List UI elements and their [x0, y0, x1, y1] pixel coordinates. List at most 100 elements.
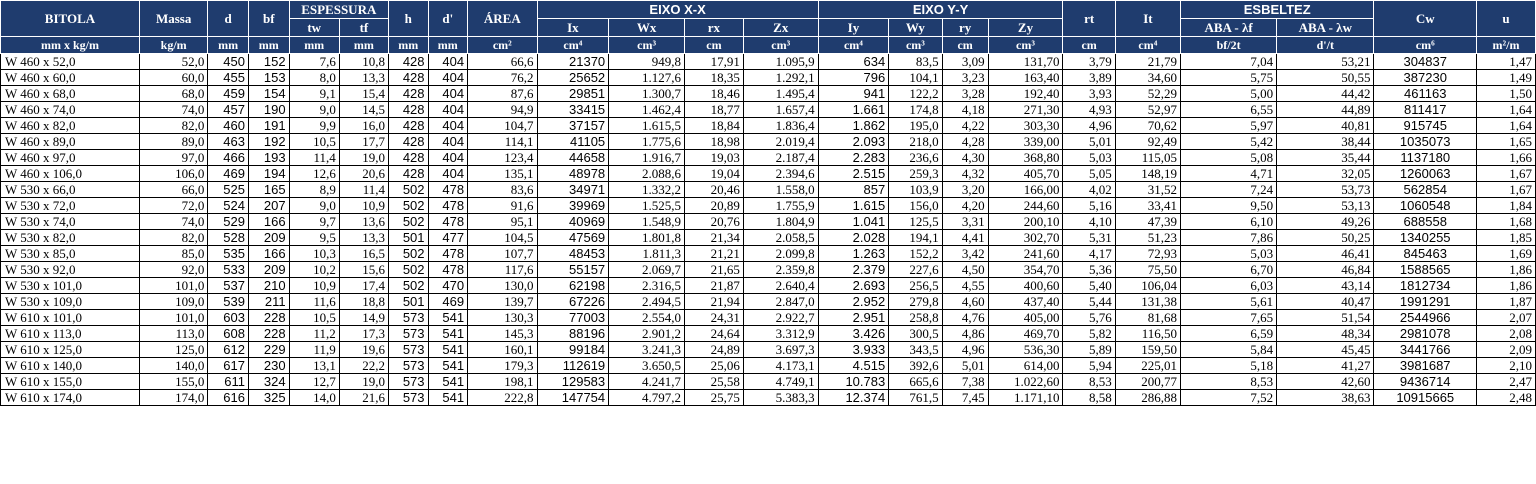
table-cell: 343,5	[888, 341, 943, 358]
table-cell: 156,0	[888, 197, 943, 214]
table-cell: 665,6	[888, 373, 943, 390]
table-row: W 530 x 109,0 109,0 539 211 11,6 18,8 501 469 13…	[0, 293, 1536, 310]
table-cell: 3.312,9	[742, 325, 819, 342]
table-cell: 148,19	[1114, 165, 1181, 182]
table-cell: 688558	[1373, 213, 1478, 230]
table-cell: 4,50	[941, 261, 989, 278]
table-cell: 33415	[536, 101, 610, 118]
table-cell: 1.525,5	[608, 197, 686, 214]
table-cell: 193	[247, 149, 290, 166]
table-cell: 478	[427, 213, 469, 230]
table-cell: 41,27	[1276, 357, 1375, 374]
table-cell: 502	[387, 245, 429, 262]
table-cell: 6,55	[1179, 101, 1278, 118]
table-cell: 17,4	[338, 277, 389, 294]
table-cell: 2.088,6	[608, 165, 686, 182]
table-cell: 1,87	[1476, 293, 1536, 310]
table-cell: 502	[387, 261, 429, 278]
table-cell: 13,3	[338, 229, 389, 246]
table-cell: 24,64	[684, 325, 744, 342]
table-cell: 11,4	[288, 149, 340, 166]
unit-cell: cm⁴	[536, 36, 610, 54]
table-cell: 10,2	[288, 261, 340, 278]
table-cell: 104,5	[467, 229, 538, 246]
table-cell: 163,40	[987, 69, 1064, 86]
table-cell: 428	[387, 85, 429, 102]
table-cell: 241,60	[987, 245, 1064, 262]
table-row: W 460 x 97,0 97,0 466 193 11,4 19,0 428 404 123,…	[0, 149, 1536, 166]
table-cell: 470	[427, 277, 469, 294]
table-cell: 113,0	[138, 325, 209, 342]
table-cell: 5,40	[1062, 277, 1116, 294]
table-cell: 24,89	[684, 341, 744, 358]
unit-cell: m²/m	[1476, 36, 1536, 54]
table-cell: 1.801,8	[608, 229, 686, 246]
table-cell: 210	[247, 277, 290, 294]
profile-name-cell: W 460 x 52,0	[0, 53, 140, 70]
table-cell: 46,41	[1276, 245, 1375, 262]
table-cell: 53,21	[1276, 53, 1375, 70]
table-cell: 52,97	[1114, 101, 1181, 118]
profile-name-cell: W 610 x 101,0	[0, 309, 140, 326]
table-cell: 6,10	[1179, 213, 1278, 230]
table-row: W 460 x 89,0 89,0 463 192 10,5 17,7 428 404 114,…	[0, 133, 1536, 150]
table-cell: 2.693	[817, 277, 890, 294]
table-cell: 2.187,4	[742, 149, 819, 166]
table-cell: 1,86	[1476, 277, 1536, 294]
table-cell: 74,0	[138, 101, 209, 118]
table-cell: 5,05	[1062, 165, 1116, 182]
table-cell: 2,09	[1476, 341, 1536, 358]
profile-name-cell: W 530 x 101,0	[0, 277, 140, 294]
col-area: ÁREA	[467, 0, 538, 37]
table-cell: 404	[427, 117, 469, 134]
table-cell: 44658	[536, 149, 610, 166]
table-cell: 140,0	[138, 357, 209, 374]
col-aba-f: ABA - λf	[1179, 18, 1278, 37]
table-cell: 4,96	[941, 341, 989, 358]
unit-cell: cm	[684, 36, 744, 54]
table-cell: 13,1	[288, 357, 340, 374]
table-cell: 1,64	[1476, 101, 1536, 118]
table-cell: 502	[387, 197, 429, 214]
table-cell: 1.916,7	[608, 149, 686, 166]
unit-cell: cm³	[742, 36, 819, 54]
table-cell: 1.462,4	[608, 101, 686, 118]
table-cell: 1.300,7	[608, 85, 686, 102]
table-cell: 300,5	[888, 325, 943, 342]
table-cell: 8,53	[1062, 373, 1116, 390]
table-cell: 155,0	[138, 373, 209, 390]
table-cell: 92,49	[1114, 133, 1181, 150]
table-cell: 218,0	[888, 133, 943, 150]
table-cell: 387230	[1373, 69, 1478, 86]
table-cell: 5,61	[1179, 293, 1278, 310]
table-cell: 83,6	[467, 181, 538, 198]
table-cell: 1.127,6	[608, 69, 686, 86]
table-cell: 1.661	[817, 101, 890, 118]
table-cell: 104,1	[888, 69, 943, 86]
table-cell: 40969	[536, 213, 610, 230]
table-cell: 24,31	[684, 309, 744, 326]
table-cell: 8,58	[1062, 389, 1116, 406]
group-eixo-x: EIXO X-X	[536, 0, 819, 19]
table-cell: 92,0	[138, 261, 209, 278]
table-cell: 2.283	[817, 149, 890, 166]
table-cell: 95,1	[467, 213, 538, 230]
table-cell: 428	[387, 69, 429, 86]
group-espessura: ESPESSURA	[288, 0, 389, 19]
table-cell: 4,18	[941, 101, 989, 118]
table-cell: 3.697,3	[742, 341, 819, 358]
table-cell: 616	[207, 389, 249, 406]
table-cell: 43,14	[1276, 277, 1375, 294]
table-cell: 44,42	[1276, 85, 1375, 102]
col-d-linha: d'	[427, 0, 469, 37]
table-cell: 2,08	[1476, 325, 1536, 342]
table-cell: 8,9	[288, 181, 340, 198]
table-cell: 225,01	[1114, 357, 1181, 374]
table-cell: 16,0	[338, 117, 389, 134]
table-cell: 1,50	[1476, 85, 1536, 102]
table-cell: 106,0	[138, 165, 209, 182]
col-zy: Zy	[987, 18, 1064, 37]
table-cell: 2,10	[1476, 357, 1536, 374]
table-cell: 541	[427, 373, 469, 390]
table-cell: 21,6	[338, 389, 389, 406]
